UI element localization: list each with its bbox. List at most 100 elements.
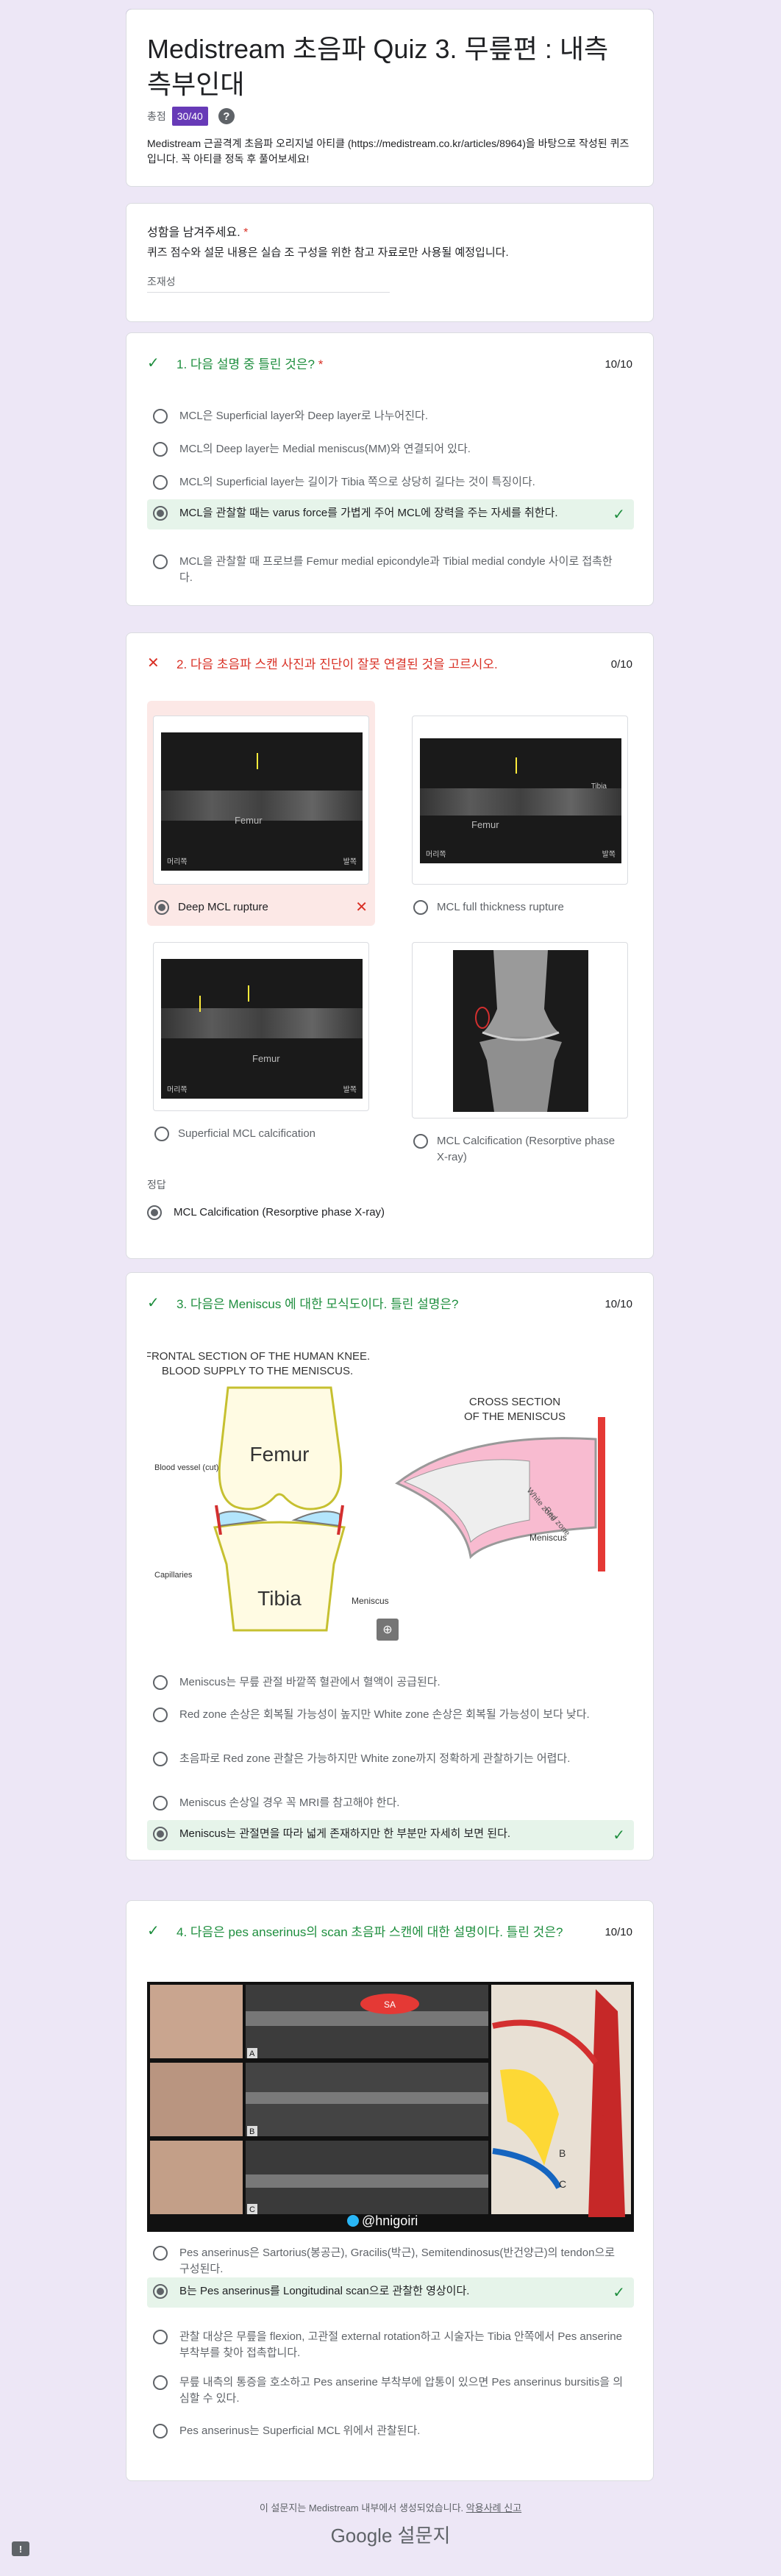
question-score: 0/10 [610, 658, 632, 671]
radio-button[interactable] [153, 1708, 168, 1722]
score-badge: 30/40 [171, 107, 208, 126]
question-score: 10/10 [605, 1926, 632, 1938]
ultrasound-image: Femur 머리쪽 발쪽 [161, 959, 363, 1099]
svg-text:Blood vessel (cut): Blood vessel (cut) [154, 1463, 218, 1472]
svg-text:CROSS SECTION: CROSS SECTION [469, 1396, 560, 1408]
correct-check-icon: ✓ [147, 1295, 160, 1311]
ultrasound-image: Femur 머리쪽 발쪽 [161, 732, 363, 871]
option[interactable]: MCL은 Superficial layer와 Deep layer로 나누어진… [147, 402, 634, 430]
google-forms-brand[interactable]: Google 설문지 [0, 2521, 781, 2548]
form-header-card: Medistream 초음파 Quiz 3. 무릎편 : 내측측부인대 총점 3… [126, 9, 654, 187]
option[interactable]: Red zone 손상은 회복될 가능성이 높지만 White zone 손상은… [147, 1701, 634, 1729]
correct-answer-label: 정답 [147, 1179, 166, 1191]
image-option-label: MCL full thickness rupture [413, 899, 627, 916]
svg-text:A: A [249, 2049, 255, 2058]
option[interactable]: Pes anserinus은 Sartorius(봉공근), Gracilis(… [147, 2239, 634, 2283]
question-title: 2. 다음 초음파 스캔 사진과 진단이 잘못 연결된 것을 고르시오. [176, 657, 498, 671]
option[interactable]: MCL의 Deep layer는 Medial meniscus(MM)와 연결… [147, 435, 634, 463]
option[interactable]: 관찰 대상은 무릎을 flexion, 고관절 external rotatio… [147, 2323, 634, 2367]
radio-button-selected[interactable] [153, 1827, 168, 1841]
radio-button[interactable] [153, 2424, 168, 2438]
radio-button-selected[interactable] [154, 900, 169, 915]
option-selected-correct[interactable]: MCL을 관찰할 때는 varus force를 가볍게 주어 MCL에 장력을… [147, 499, 634, 529]
radio-button[interactable] [153, 2246, 168, 2261]
option[interactable]: Pes anserinus는 Superficial MCL 위에서 관찰된다. [147, 2417, 634, 2445]
help-icon[interactable]: ? [218, 108, 235, 124]
option[interactable]: Meniscus는 무릎 관절 바깥쪽 혈관에서 혈액이 공급된다. [147, 1669, 634, 1696]
radio-button[interactable] [153, 1675, 168, 1690]
image-option-label: MCL Calcification (Resorptive phase X-ra… [413, 1133, 627, 1166]
svg-text:Tibia: Tibia [257, 1587, 302, 1610]
radio-button[interactable] [413, 1134, 428, 1149]
question-title: 1. 다음 설명 중 틀린 것은? * [176, 357, 324, 371]
footer-note: 이 설문지는 Medistream 내부에서 생성되었습니다. 악용사례 신고 [259, 2502, 522, 2513]
question-header: ✓ 3. 다음은 Meniscus 에 대한 모식도이다. 틀린 설명은? 10… [147, 1295, 632, 1314]
radio-button[interactable] [153, 409, 168, 424]
radio-button[interactable] [413, 900, 428, 915]
radio-button[interactable] [153, 2330, 168, 2344]
option-image-frame: Femur Tibia 머리쪽 발쪽 [412, 716, 628, 885]
option-image-frame: Femur 머리쪽 발쪽 [153, 942, 369, 1111]
radio-button[interactable] [153, 1752, 168, 1766]
question-score: 10/10 [605, 1298, 632, 1310]
svg-text:C: C [559, 2178, 566, 2190]
option[interactable]: 무릎 내측의 통증을 호소하고 Pes anserine 부착부에 압통이 있으… [147, 2369, 634, 2413]
radio-button[interactable] [153, 554, 168, 569]
radio-button[interactable] [153, 475, 168, 490]
option-selected-correct[interactable]: B는 Pes anserinus를 Longitudinal scan으로 관찰… [147, 2277, 634, 2308]
question-card-3: ✓ 3. 다음은 Meniscus 에 대한 모식도이다. 틀린 설명은? 10… [126, 1272, 654, 1860]
question-card-4: ✓ 4. 다음은 pes anserinus의 scan 초음파 스캔에 대한 … [126, 1900, 654, 2481]
question-card-2: ✕ 2. 다음 초음파 스캔 사진과 진단이 잘못 연결된 것을 고르시오. 0… [126, 632, 654, 1259]
radio-button-selected[interactable] [153, 2284, 168, 2299]
option-selected-correct[interactable]: Meniscus는 관절면을 따라 넓게 존재하지만 한 부분만 자세히 보면 … [147, 1820, 634, 1850]
zoom-icon[interactable]: ⊕ [377, 1619, 399, 1641]
svg-text:Femur: Femur [250, 1443, 310, 1466]
knee-xray-image [453, 950, 588, 1112]
question-score: 10/10 [605, 358, 632, 371]
option[interactable]: MCL의 Superficial layer는 길이가 Tibia 쪽으로 상당… [147, 468, 634, 496]
svg-text:Meniscus: Meniscus [529, 1533, 567, 1543]
image-option[interactable]: Femur Tibia 머리쪽 발쪽 MCL full thickness ru… [406, 701, 634, 926]
option-image-frame: Femur 머리쪽 발쪽 [153, 716, 369, 885]
name-question-label: 성함을 남겨주세요. * [147, 226, 249, 239]
report-abuse-link[interactable]: 악용사례 신고 [466, 2502, 521, 2513]
ultrasound-image: Femur Tibia 머리쪽 발쪽 [420, 738, 621, 863]
option[interactable]: MCL을 관찰할 때 프로브를 Femur medial epicondyle과… [147, 548, 634, 592]
report-problem-icon[interactable]: ! [12, 2541, 29, 2556]
svg-text:B: B [559, 2147, 566, 2159]
correct-check-icon: ✓ [613, 1827, 625, 1844]
image-option[interactable]: MCL Calcification (Resorptive phase X-ra… [406, 927, 634, 1163]
correct-check-icon: ✓ [147, 1923, 160, 1939]
radio-button-selected[interactable] [153, 506, 168, 521]
correct-check-icon: ✓ [613, 2285, 625, 2301]
svg-text:@hnigoiri: @hnigoiri [362, 2213, 418, 2228]
radio-button[interactable] [154, 1127, 169, 1141]
form-description: Medistream 근골격계 초음파 오리지널 아티클 (https://me… [147, 138, 630, 165]
radio-button[interactable] [153, 442, 168, 457]
wrong-x-icon: ✕ [355, 899, 368, 916]
name-question-subtext: 퀴즈 점수와 설문 내용은 실습 조 구성을 위한 참고 자료로만 사용될 예정… [147, 246, 509, 259]
question-header: ✓ 1. 다음 설명 중 틀린 것은? * 10/10 [147, 355, 632, 374]
option[interactable]: Meniscus 손상일 경우 꼭 MRI를 참고해야 한다. [147, 1789, 634, 1817]
svg-text:C: C [249, 2205, 255, 2214]
svg-text:B: B [249, 2127, 254, 2136]
question-card-1: ✓ 1. 다음 설명 중 틀린 것은? * 10/10 MCL은 Superfi… [126, 332, 654, 606]
svg-text:A: A [600, 2112, 607, 2124]
image-option-label: Deep MCL rupture ✕ [154, 899, 368, 916]
question-header: ✕ 2. 다음 초음파 스캔 사진과 진단이 잘못 연결된 것을 고르시오. 0… [147, 655, 632, 674]
svg-text:Capillaries: Capillaries [154, 1571, 193, 1580]
image-option[interactable]: Femur 머리쪽 발쪽 Superficial MCL calcificati… [147, 927, 375, 1148]
question-header: ✓ 4. 다음은 pes anserinus의 scan 초음파 스캔에 대한 … [147, 1923, 632, 1942]
wrong-x-icon: ✕ [147, 655, 160, 671]
radio-button[interactable] [153, 2375, 168, 2390]
option-image-frame [412, 942, 628, 1118]
meniscus-diagram: FRONTAL SECTION OF THE HUMAN KNEE. BLOOD… [147, 1344, 634, 1645]
svg-text:OF THE MENISCUS: OF THE MENISCUS [464, 1410, 566, 1423]
correct-check-icon: ✓ [147, 355, 160, 371]
image-option-selected-wrong[interactable]: Femur 머리쪽 발쪽 Deep MCL rupture ✕ [147, 701, 375, 926]
option[interactable]: 초음파로 Red zone 관찰은 가능하지만 White zone까지 정확하… [147, 1745, 634, 1773]
image-option-label: Superficial MCL calcification [154, 1126, 368, 1142]
name-answer-field[interactable]: 조재성 [147, 274, 390, 293]
svg-text:BLOOD SUPPLY TO THE MENISCUS.: BLOOD SUPPLY TO THE MENISCUS. [162, 1365, 353, 1377]
radio-button[interactable] [153, 1796, 168, 1810]
